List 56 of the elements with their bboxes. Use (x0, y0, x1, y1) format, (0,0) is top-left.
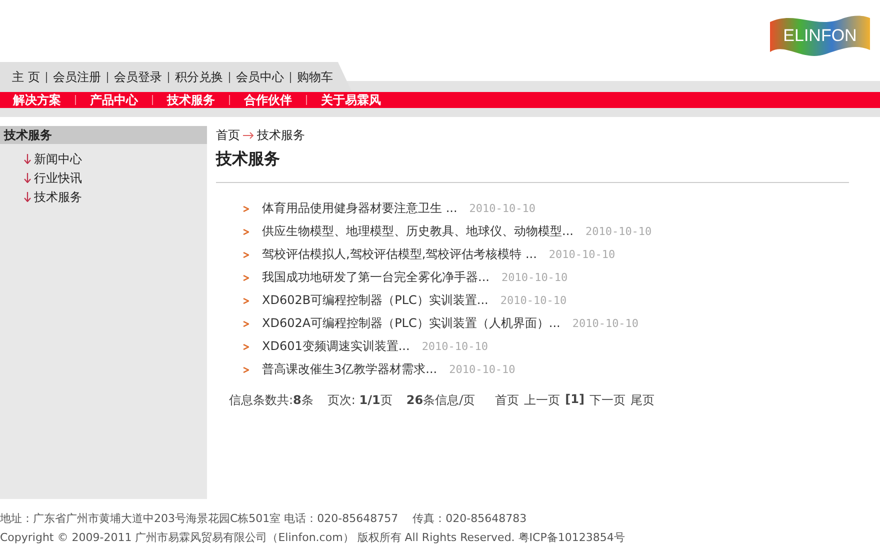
chevron-icon (243, 344, 249, 350)
article-date: 2010-10-10 (548, 248, 616, 261)
article-date: 2010-10-10 (572, 317, 639, 330)
article-link[interactable]: XD602B可编程控制器（PLC）实训装置... (262, 292, 488, 309)
down-arrow-icon (24, 173, 31, 183)
article-link[interactable]: 体育用品使用健身器材要注意卫生 ... (262, 200, 458, 217)
article-date: 2010-10-10 (500, 294, 567, 307)
pagination-info: 26条信息/页 (406, 392, 476, 409)
nav-link[interactable]: 主 页 (12, 68, 40, 86)
nav-link[interactable]: 解决方案 (13, 92, 61, 108)
article-date: 2010-10-10 (585, 225, 652, 238)
article-date: 2010-10-10 (501, 271, 568, 284)
article-link[interactable]: 我国成功地研发了第一台完全雾化净手器... (262, 269, 490, 286)
pagination-link[interactable]: 尾页 (630, 392, 654, 409)
chevron-icon (243, 228, 249, 234)
article-link[interactable]: XD602A可编程控制器（PLC）实训装置（人机界面）... (262, 315, 560, 332)
sidebar-title: 技术服务 (0, 126, 207, 144)
nav-link[interactable]: 积分兑换 (174, 68, 223, 86)
nav-link[interactable]: 关于易霖风 (321, 92, 381, 108)
article-date: 2010-10-10 (422, 340, 488, 353)
footer-text: 地址：广东省广州市黄埔大道中203号海景花园C栋501室 电话：020-85648757 传真：020-85648783 (0, 511, 528, 527)
current-page-link[interactable]: [1] (565, 392, 584, 409)
pagination-link[interactable]: 上一页 (524, 392, 560, 409)
sidebar-link[interactable]: 新闻中心 (34, 150, 82, 168)
sidebar-link[interactable]: 行业快讯 (34, 170, 82, 186)
chevron-icon (243, 252, 249, 258)
article-date: 2010-10-10 (449, 363, 516, 376)
pagination-link[interactable]: 首页 (495, 392, 520, 409)
down-arrow-icon (24, 154, 31, 164)
chevron-icon (243, 274, 249, 280)
article-link[interactable]: XD601变频调速实训装置... (262, 338, 410, 355)
article-link[interactable]: 供应生物模型、地理模型、历史教具、地球仪、动物模型... (262, 223, 574, 240)
nav-link[interactable]: 技术服务 (167, 92, 215, 108)
right-arrow-icon (243, 132, 254, 138)
nav-link[interactable]: 产品中心 (90, 92, 138, 108)
nav-link[interactable]: 会员中心 (236, 68, 284, 86)
nav-link[interactable]: 会员注册 (52, 68, 101, 86)
pagination-info: 页次: 1/1页 (327, 392, 392, 409)
page-title: 技术服务 (216, 144, 849, 183)
article-link[interactable]: 驾校评估模拟人,驾校评估模型,驾校评估考核模特 ... (262, 246, 537, 263)
nav-link[interactable]: 会员登录 (114, 68, 162, 86)
article-date: 2010-10-10 (469, 202, 536, 215)
pagination-link[interactable]: 下一页 (589, 392, 626, 409)
breadcrumb-link[interactable]: 首页 (216, 126, 240, 144)
nav-link[interactable]: 购物车 (296, 68, 333, 86)
breadcrumb-link[interactable]: 技术服务 (257, 126, 305, 144)
footer-text: Copyright © 2009-2011 广州市易霖风贸易有限公司（Elinfon.com） 版权所有 All Rights Reserved. 粤ICP备10123854号 (0, 530, 626, 546)
pagination-info: 信息条数共:8条 (229, 392, 314, 409)
article-link[interactable]: 普高课改催生3亿教学器材需求... (262, 361, 438, 378)
down-arrow-icon (24, 192, 31, 202)
sidebar-link[interactable]: 技术服务 (34, 188, 82, 206)
chevron-icon (243, 320, 249, 326)
chevron-icon (243, 298, 249, 304)
chevron-icon (243, 366, 249, 372)
chevron-icon (243, 206, 249, 212)
nav-link[interactable]: 合作伙伴 (244, 92, 292, 108)
